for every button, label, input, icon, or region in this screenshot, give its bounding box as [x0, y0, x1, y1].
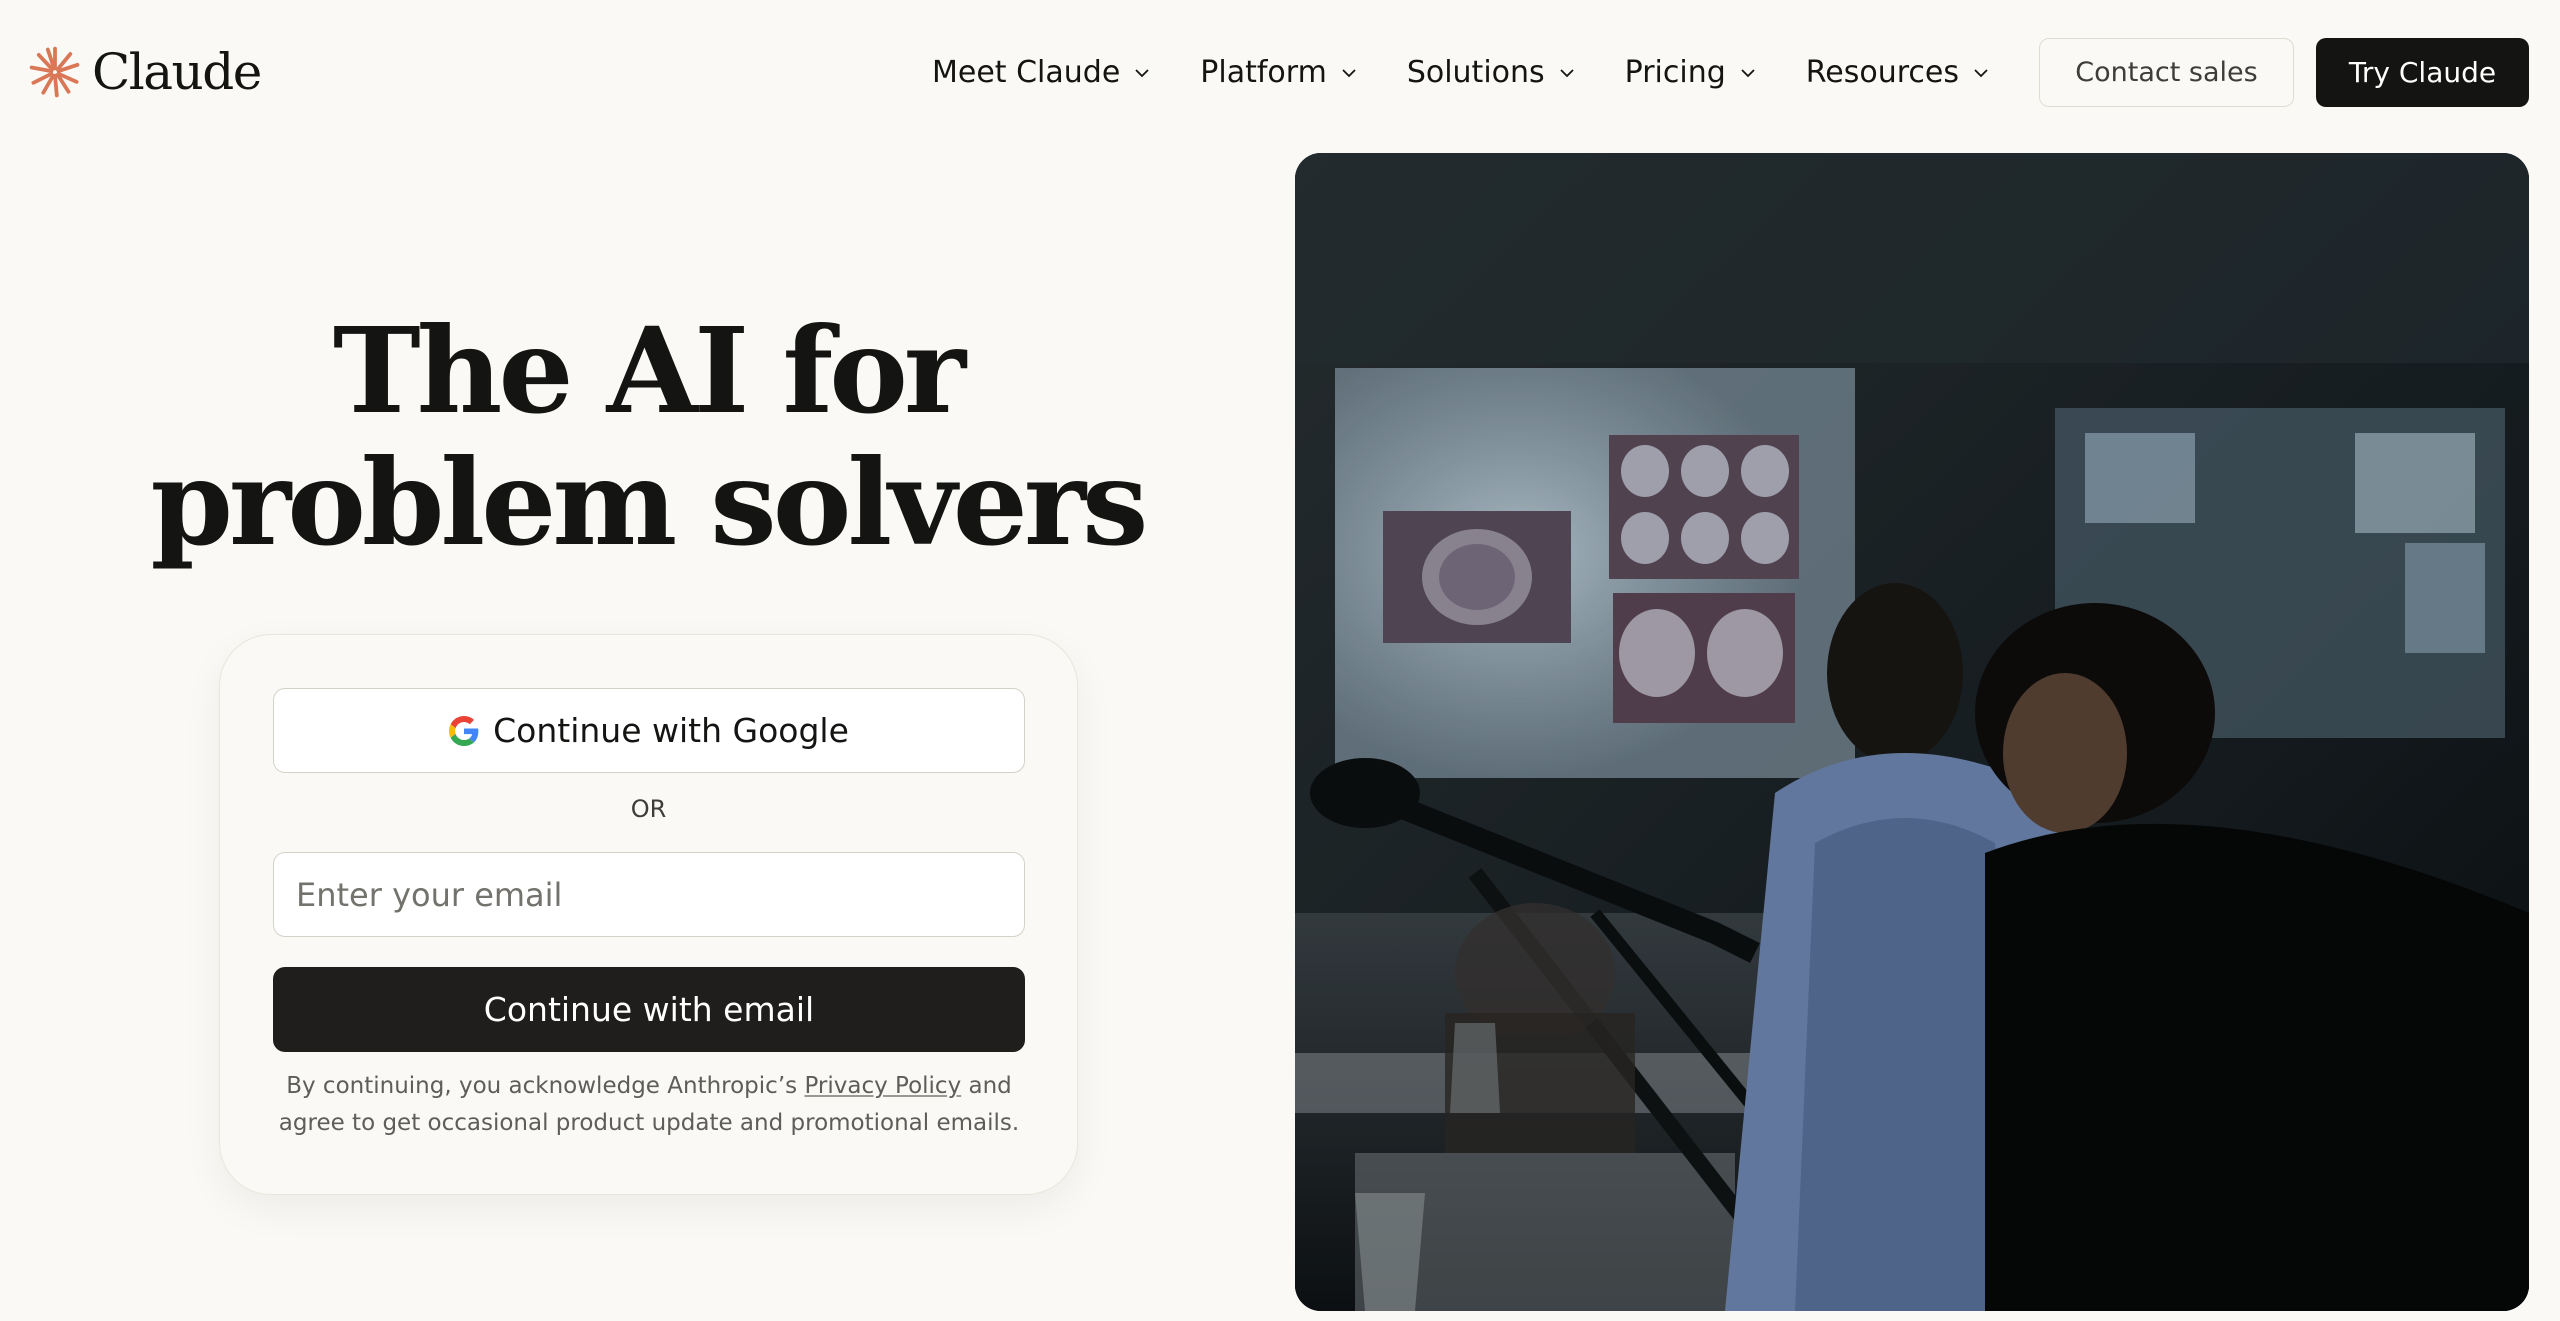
email-input[interactable]	[273, 852, 1025, 937]
chevron-down-icon	[1342, 68, 1356, 77]
main-nav: Meet Claude Platform Solutions Pricing R…	[932, 38, 2560, 107]
continue-with-google-button[interactable]: Continue with Google	[273, 688, 1025, 773]
continue-with-email-button[interactable]: Continue with email	[273, 967, 1025, 1052]
privacy-policy-link[interactable]: Privacy Policy	[804, 1073, 961, 1099]
claude-starburst-icon	[29, 46, 80, 98]
or-divider: OR	[630, 795, 667, 823]
nav-label: Meet Claude	[932, 55, 1121, 90]
legal-prefix: By continuing, you acknowledge Anthropic…	[286, 1073, 805, 1099]
nav-label: Resources	[1805, 55, 1959, 90]
chevron-down-icon	[1135, 68, 1149, 77]
hero-photo	[1295, 153, 2529, 1311]
nav-label: Solutions	[1406, 55, 1545, 90]
nav-label: Pricing	[1624, 55, 1726, 90]
nav-pricing[interactable]: Pricing	[1625, 55, 1758, 90]
headline-line-1: The AI for	[332, 301, 966, 440]
chevron-down-icon	[1560, 68, 1574, 77]
chevron-down-icon	[1741, 68, 1755, 77]
lab-scene-image	[1295, 153, 2529, 1311]
try-claude-button[interactable]: Try Claude	[2316, 38, 2529, 107]
google-icon	[449, 715, 479, 746]
nav-label: Platform	[1200, 55, 1327, 90]
signup-card: Continue with Google OR Continue with em…	[219, 634, 1078, 1195]
contact-sales-button[interactable]: Contact sales	[2039, 38, 2294, 107]
nav-solutions[interactable]: Solutions	[1407, 55, 1577, 90]
site-header: Claude Meet Claude Platform Solutions Pr…	[0, 0, 2560, 145]
chevron-down-icon	[1974, 68, 1988, 77]
legal-notice: By continuing, you acknowledge Anthropic…	[260, 1068, 1038, 1142]
google-button-label: Continue with Google	[493, 711, 849, 750]
brand-name: Claude	[92, 43, 262, 101]
nav-resources[interactable]: Resources	[1806, 55, 1991, 90]
headline-line-2: problem solvers	[150, 433, 1149, 572]
hero-headline: The AI for problem solvers	[0, 305, 1295, 569]
brand-logo[interactable]: Claude	[28, 40, 262, 104]
nav-meet-claude[interactable]: Meet Claude	[932, 55, 1152, 90]
nav-platform[interactable]: Platform	[1200, 55, 1359, 90]
